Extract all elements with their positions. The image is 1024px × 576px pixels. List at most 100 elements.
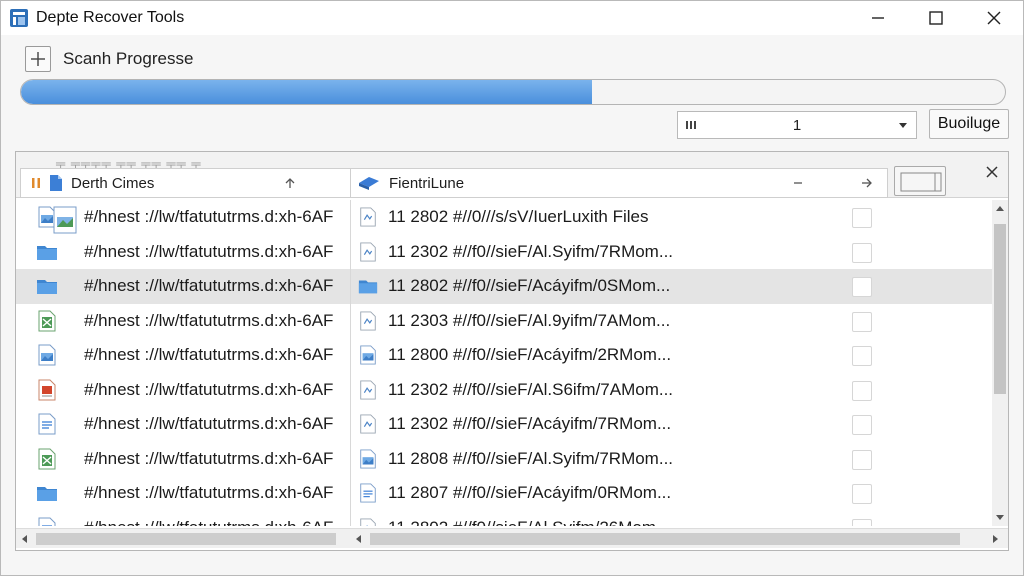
- horizontal-scrollbar-right[interactable]: [350, 528, 1008, 548]
- source-path: #/hnest ://lw/tfatututrms.d:xh-6AF: [84, 207, 334, 226]
- source-path: #/hnest ://lw/tfatututrms.d:xh-6AF: [84, 448, 334, 468]
- document-file-icon: [50, 175, 62, 191]
- scan-depth-dropdown[interactable]: 1: [677, 111, 917, 139]
- recovered-path: 11 2302 #//f0//sieF/Al.S6ifm/7AMom...: [388, 379, 674, 399]
- panel-header: ╤ ╤╤╤╤ ╤╤ ╤╤ ╤╤ ╤ Derth Cimes FientriLun…: [16, 152, 1008, 198]
- code-file-icon: [358, 241, 378, 262]
- code-file-icon: [358, 517, 378, 526]
- row-checkbox[interactable]: [852, 415, 872, 435]
- minimize-button[interactable]: [849, 1, 907, 35]
- table-row[interactable]: #/hnest ://lw/tfatututrms.d:xh-6AF 11 280…: [16, 269, 992, 304]
- sort-arrow-icon[interactable]: [283, 176, 297, 190]
- table-row[interactable]: #/hnest ://lw/tfatututrms.d:xh-6AF 11 230…: [16, 372, 992, 407]
- spreadsheet-file-icon: [36, 448, 58, 470]
- plus-icon: [31, 52, 45, 66]
- column-divider: [350, 303, 351, 338]
- add-scan-button[interactable]: [25, 46, 51, 72]
- recovered-path: 11 2302 #//f0//sieF/Acáyifm/7RMom...: [388, 414, 672, 433]
- presentation-file-icon: [36, 379, 58, 401]
- row-checkbox[interactable]: [852, 311, 872, 332]
- horizontal-scroll-thumb[interactable]: [370, 533, 960, 545]
- source-path: #/hnest ://lw/tfatututrms.d:xh-6AF: [84, 483, 334, 502]
- scroll-left-icon[interactable]: [20, 534, 30, 544]
- horizontal-scrollbar-left[interactable]: [16, 528, 350, 548]
- close-button[interactable]: [965, 1, 1023, 35]
- minimize-icon: [872, 17, 884, 19]
- folder-icon: [36, 275, 58, 297]
- recovered-path: 11 2802 #//0///s/sV/IuerLuxith Files: [388, 207, 649, 226]
- code-file-icon: [358, 207, 378, 227]
- sort-arrow-icon[interactable]: [859, 176, 873, 190]
- image-file-icon: [358, 448, 378, 469]
- column-divider: [350, 476, 351, 511]
- column-header-right[interactable]: FientriLune: [350, 168, 888, 198]
- row-checkbox[interactable]: [852, 518, 872, 526]
- vertical-scrollbar[interactable]: [992, 200, 1008, 526]
- code-file-icon: [358, 379, 378, 400]
- row-checkbox[interactable]: [852, 242, 872, 263]
- scroll-down-icon[interactable]: [995, 512, 1005, 522]
- horizontal-scroll-thumb[interactable]: [36, 533, 336, 545]
- maximize-icon: [929, 11, 943, 25]
- list-icon: [686, 121, 696, 129]
- table-row[interactable]: #/hnest ://lw/tfatututrms.d:xh-6AF 11 280…: [16, 200, 992, 235]
- scroll-right-icon[interactable]: [990, 534, 1000, 544]
- table-row[interactable]: #/hnest ://lw/tfatututrms.d:xh-6AF 11 230…: [16, 407, 992, 442]
- table-row[interactable]: #/hnest ://lw/tfatututrms.d:xh-6AF 11 280…: [16, 441, 992, 476]
- row-checkbox[interactable]: [852, 380, 872, 401]
- image-file-icon: [51, 205, 81, 235]
- recovered-path: 11 2807 #//f0//sieF/Acáyifm/0RMom...: [388, 483, 672, 502]
- maximize-button[interactable]: [907, 1, 965, 35]
- recovered-path: 11 2808 #//f0//sieF/Al.Syifm/7RMom...: [388, 448, 674, 468]
- action-button[interactable]: Buoiluge: [929, 109, 1009, 139]
- table-row[interactable]: #/hnest ://lw/tfatututrms.d:xh-6AF 11 280…: [16, 510, 992, 527]
- app-window: Depte Recover Tools Scanh Progresse 1 Bu…: [0, 0, 1024, 576]
- row-checkbox[interactable]: [852, 208, 872, 228]
- column-divider: [350, 200, 351, 235]
- column-header-left[interactable]: Derth Cimes: [20, 168, 352, 198]
- scroll-left-icon[interactable]: [354, 534, 364, 544]
- vertical-scroll-thumb[interactable]: [994, 224, 1006, 394]
- file-list: #/hnest ://lw/tfatututrms.d:xh-6AF 11 280…: [16, 200, 992, 526]
- row-checkbox[interactable]: [852, 346, 872, 366]
- recovered-path: 11 2802 #//f0//sieF/Acáyifm/0SMom...: [388, 276, 671, 295]
- app-icon: [9, 8, 29, 28]
- title-bar[interactable]: Depte Recover Tools: [1, 1, 1023, 35]
- scan-progress-label: Scanh Progresse: [63, 49, 194, 68]
- recovered-path: 11 2802 #//f0//sieF/Al.Syifm/26Mom...: [388, 518, 848, 527]
- collapse-icon[interactable]: [791, 176, 805, 190]
- table-row[interactable]: #/hnest ://lw/tfatututrms.d:xh-6AF 11 230…: [16, 234, 992, 269]
- table-row[interactable]: #/hnest ://lw/tfatututrms.d:xh-6AF 11 230…: [16, 303, 992, 338]
- scan-header: Scanh Progresse: [25, 45, 193, 73]
- table-row[interactable]: #/hnest ://lw/tfatututrms.d:xh-6AF 11 280…: [16, 476, 992, 511]
- dropdown-value: 1: [792, 116, 802, 134]
- row-checkbox[interactable]: [852, 277, 872, 297]
- pause-icon: [32, 178, 40, 188]
- row-checkbox[interactable]: [852, 484, 872, 504]
- table-row[interactable]: #/hnest ://lw/tfatututrms.d:xh-6AF 11 280…: [16, 338, 992, 373]
- close-icon: [987, 11, 1001, 25]
- scan-progress-fill: [21, 80, 592, 104]
- column-divider: [350, 372, 351, 407]
- window-title: Depte Recover Tools: [36, 9, 185, 26]
- view-toggle-button[interactable]: [894, 166, 946, 196]
- column-divider: [350, 441, 351, 476]
- close-icon: [986, 166, 998, 178]
- document-file-icon: [358, 483, 378, 503]
- row-checkbox[interactable]: [852, 449, 872, 470]
- document-file-icon: [36, 517, 58, 526]
- folder-icon: [36, 482, 58, 504]
- recovered-path: 11 2800 #//f0//sieF/Acáyifm/2RMom...: [388, 345, 672, 364]
- folder-icon: [36, 241, 58, 263]
- column-title-left: Derth Cimes: [71, 174, 155, 192]
- column-divider: [350, 269, 351, 304]
- close-panel-button[interactable]: [984, 164, 1000, 180]
- scan-progress-bar: [20, 79, 1006, 105]
- scroll-up-icon[interactable]: [995, 204, 1005, 214]
- column-divider: [350, 338, 351, 373]
- source-path: #/hnest ://lw/tfatututrms.d:xh-6AF: [84, 379, 334, 399]
- spreadsheet-file-icon: [36, 310, 58, 332]
- source-path: #/hnest ://lw/tfatututrms.d:xh-6AF: [84, 518, 352, 527]
- column-divider: [350, 234, 351, 269]
- recovered-path: 11 2303 #//f0//sieF/Al.9yifm/7AMom...: [388, 310, 671, 330]
